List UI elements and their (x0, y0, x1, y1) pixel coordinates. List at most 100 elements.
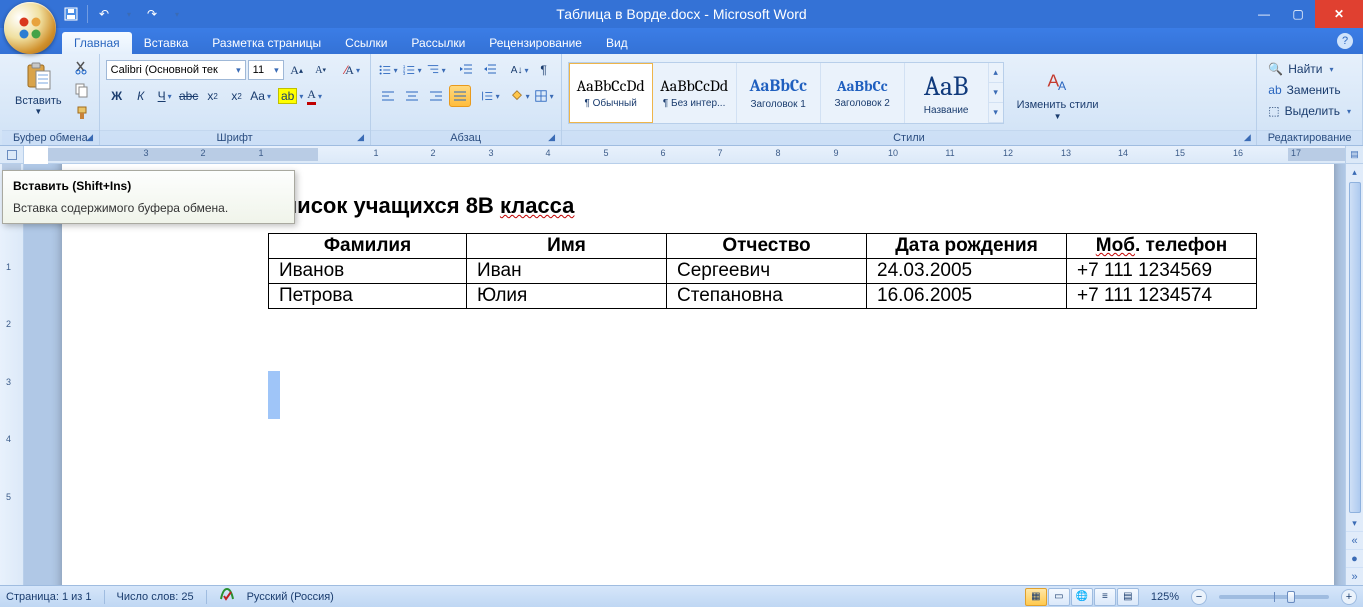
font-name-combo[interactable]: Calibri (Основной тек▾ (106, 60, 246, 80)
tab-view[interactable]: Вид (594, 32, 640, 54)
subscript-button[interactable]: x2 (202, 85, 224, 107)
line-spacing-button[interactable] (479, 85, 501, 107)
table-header[interactable]: Отчество (667, 234, 867, 259)
zoom-in-button[interactable]: + (1341, 589, 1357, 605)
table-row[interactable]: ИвановИванСергеевич24.03.2005+7 111 1234… (269, 259, 1257, 284)
qat-save-button[interactable] (60, 4, 82, 24)
highlight-button[interactable]: ab (280, 85, 302, 107)
bullets-button[interactable] (377, 59, 399, 81)
bold-button[interactable]: Ж (106, 85, 128, 107)
zoom-slider[interactable] (1219, 595, 1329, 599)
cut-button[interactable] (71, 56, 93, 78)
table-cell[interactable]: Петрова (269, 284, 467, 309)
superscript-button[interactable]: x2 (226, 85, 248, 107)
shrink-font-button[interactable]: A▾ (310, 59, 332, 81)
style-title[interactable]: AaBНазвание (905, 63, 989, 123)
gallery-down[interactable]: ▾ (989, 83, 1003, 103)
qat-undo-dropdown[interactable] (117, 4, 139, 24)
format-painter-button[interactable] (71, 102, 93, 124)
show-marks-button[interactable]: ¶ (533, 59, 555, 81)
table-cell[interactable]: Сергеевич (667, 259, 867, 284)
view-draft[interactable]: ▤ (1117, 588, 1139, 606)
increase-indent-button[interactable] (479, 59, 501, 81)
strikethrough-button[interactable]: abc (178, 85, 200, 107)
tab-insert[interactable]: Вставка (132, 32, 201, 54)
paste-button[interactable]: Вставить ▼ (8, 56, 69, 121)
horizontal-ruler[interactable]: 3211234567891011121314151617 (48, 146, 1345, 164)
decrease-indent-button[interactable] (455, 59, 477, 81)
replace-button[interactable]: abЗаменить (1263, 80, 1345, 100)
clear-formatting-button[interactable]: A⁄ (342, 59, 364, 81)
browse-object-button[interactable]: ● (1346, 549, 1363, 567)
font-color-button[interactable]: A (304, 85, 326, 107)
office-button[interactable] (4, 2, 56, 54)
align-right-button[interactable] (425, 85, 447, 107)
tab-review[interactable]: Рецензирование (477, 32, 594, 54)
ruler-toggle[interactable]: ▤ (1345, 146, 1363, 164)
table-cell[interactable]: 24.03.2005 (867, 259, 1067, 284)
document-table[interactable]: ФамилияИмяОтчествоДата рожденияМоб. теле… (268, 233, 1257, 309)
numbering-button[interactable]: 123 (401, 59, 423, 81)
grow-font-button[interactable]: A▴ (286, 59, 308, 81)
qat-undo-button[interactable]: ↶ (93, 4, 115, 24)
align-left-button[interactable] (377, 85, 399, 107)
italic-button[interactable]: К (130, 85, 152, 107)
style-heading2[interactable]: AaBbCcЗаголовок 2 (821, 63, 905, 123)
status-language[interactable]: Русский (Россия) (247, 591, 334, 603)
style-heading1[interactable]: AaBbCcЗаголовок 1 (737, 63, 821, 123)
qat-customize-button[interactable] (165, 4, 187, 24)
scroll-up[interactable]: ▴ (1346, 164, 1363, 180)
scroll-thumb[interactable] (1349, 182, 1361, 513)
qat-redo-button[interactable]: ↷ (141, 4, 163, 24)
status-word-count[interactable]: Число слов: 25 (117, 591, 194, 603)
spell-check-icon[interactable] (219, 587, 235, 606)
find-button[interactable]: 🔍Найти (1263, 59, 1338, 79)
table-cell[interactable]: +7 111 1234569 (1067, 259, 1257, 284)
zoom-level[interactable]: 125% (1151, 591, 1179, 603)
close-button[interactable]: ✕ (1315, 0, 1363, 28)
tab-references[interactable]: Ссылки (333, 32, 399, 54)
prev-page-button[interactable]: « (1346, 531, 1363, 549)
tab-mailings[interactable]: Рассылки (399, 32, 477, 54)
zoom-out-button[interactable]: − (1191, 589, 1207, 605)
underline-button[interactable]: Ч (154, 85, 176, 107)
minimize-button[interactable]: — (1247, 0, 1281, 28)
maximize-button[interactable]: ▢ (1281, 0, 1315, 28)
clipboard-launcher[interactable]: ◢ (84, 132, 96, 144)
status-page[interactable]: Страница: 1 из 1 (6, 591, 92, 603)
font-launcher[interactable]: ◢ (355, 132, 367, 144)
select-button[interactable]: ⬚Выделить (1263, 101, 1356, 121)
view-web[interactable]: 🌐 (1071, 588, 1093, 606)
copy-button[interactable] (71, 79, 93, 101)
table-header[interactable]: Дата рождения (867, 234, 1067, 259)
gallery-more[interactable]: ▾ (989, 103, 1003, 123)
table-cell[interactable]: Юлия (467, 284, 667, 309)
help-icon[interactable]: ? (1337, 33, 1353, 49)
view-print-layout[interactable]: ▦ (1025, 588, 1047, 606)
borders-button[interactable] (533, 85, 555, 107)
change-case-button[interactable]: Aa (250, 85, 272, 107)
vertical-ruler[interactable]: 12345 (0, 164, 24, 585)
style-normal[interactable]: AaBbCcDd¶ Обычный (569, 63, 653, 123)
justify-button[interactable] (449, 85, 471, 107)
scroll-down[interactable]: ▾ (1346, 515, 1363, 531)
tab-home[interactable]: Главная (62, 32, 132, 54)
styles-launcher[interactable]: ◢ (1241, 132, 1253, 144)
document-area[interactable]: Список учащихся 8В класса ФамилияИмяОтче… (24, 164, 1345, 585)
align-center-button[interactable] (401, 85, 423, 107)
ruler-corner[interactable] (0, 146, 24, 164)
table-cell[interactable]: 16.06.2005 (867, 284, 1067, 309)
font-size-combo[interactable]: 11▾ (248, 60, 284, 80)
table-header[interactable]: Имя (467, 234, 667, 259)
multilevel-list-button[interactable] (425, 59, 447, 81)
table-row[interactable]: ПетроваЮлияСтепановна16.06.2005+7 111 12… (269, 284, 1257, 309)
gallery-up[interactable]: ▴ (989, 63, 1003, 83)
table-cell[interactable]: Иванов (269, 259, 467, 284)
sort-button[interactable]: A↓ (509, 59, 531, 81)
table-header[interactable]: Фамилия (269, 234, 467, 259)
view-full-screen[interactable]: ▭ (1048, 588, 1070, 606)
change-styles-button[interactable]: AA Изменить стили▼ (1010, 60, 1106, 125)
vertical-scrollbar[interactable]: ▴ ▾ « ● » (1345, 164, 1363, 585)
shading-button[interactable] (509, 85, 531, 107)
table-header[interactable]: Моб. телефон (1067, 234, 1257, 259)
